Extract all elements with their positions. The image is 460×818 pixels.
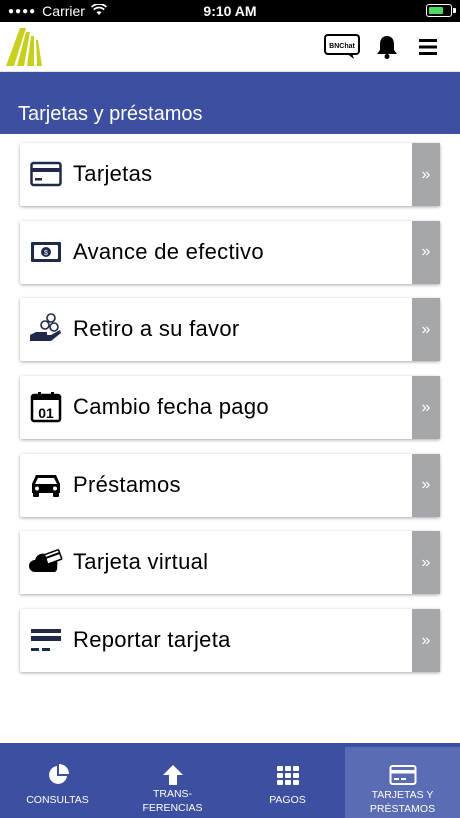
tab-consultas[interactable]: CONSULTAS	[0, 743, 115, 818]
chevron-right-icon: »	[412, 609, 440, 673]
cloud-card-icon	[29, 545, 63, 579]
calendar-icon: 01	[29, 390, 63, 424]
app-header: BNChat	[0, 22, 460, 72]
cash-icon: $	[29, 235, 63, 269]
menu-item-retiro-favor[interactable]: Retiro a su favor »	[20, 298, 440, 362]
notifications-button[interactable]	[375, 34, 399, 60]
menu-item-label: Reportar tarjeta	[73, 627, 231, 653]
tab-label: TARJETAS Y PRÉSTAMOS	[369, 789, 436, 815]
chevron-right-icon: »	[412, 143, 440, 206]
menu-item-avance-efectivo[interactable]: $ Avance de efectivo »	[20, 220, 440, 284]
bottom-nav: CONSULTAS TRANS- FERENCIAS PAGOS TARJETA…	[0, 743, 460, 818]
report-card-icon	[29, 623, 63, 657]
tab-tarjetas-prestamos[interactable]: TARJETAS Y PRÉSTAMOS	[345, 747, 460, 818]
grid-icon	[230, 763, 345, 787]
tab-label: CONSULTAS	[26, 794, 89, 806]
status-bar: ●●●● Carrier 9:10 AM	[0, 0, 460, 22]
chevron-right-icon: »	[412, 298, 440, 362]
bank-logo-icon[interactable]	[4, 26, 44, 68]
car-icon	[29, 468, 63, 502]
menu-item-cambio-fecha-pago[interactable]: 01 Cambio fecha pago »	[20, 376, 440, 440]
hand-coins-icon	[29, 312, 63, 346]
svg-text:$: $	[44, 250, 48, 257]
tab-label: PAGOS	[269, 794, 306, 806]
hamburger-menu-button[interactable]	[417, 37, 439, 57]
arrow-up-icon	[115, 763, 230, 787]
svg-text:01: 01	[38, 405, 54, 421]
chevron-right-icon: »	[412, 453, 440, 517]
menu-item-tarjetas[interactable]: Tarjetas »	[20, 143, 440, 206]
battery-icon	[426, 4, 456, 17]
hamburger-icon	[419, 39, 437, 55]
menu-item-label: Cambio fecha pago	[73, 394, 269, 420]
pie-chart-icon	[0, 763, 115, 787]
menu-list: Tarjetas » $ Avance de efectivo » Retiro…	[20, 143, 440, 687]
menu-item-reportar-tarjeta[interactable]: Reportar tarjeta »	[20, 609, 440, 673]
chevron-right-icon: »	[412, 376, 440, 440]
tab-pagos[interactable]: PAGOS	[230, 743, 345, 818]
menu-item-label: Avance de efectivo	[73, 238, 264, 264]
menu-item-prestamos[interactable]: Préstamos »	[20, 453, 440, 517]
bell-icon	[377, 36, 397, 59]
tab-transferencias[interactable]: TRANS- FERENCIAS	[115, 743, 230, 818]
menu-item-tarjeta-virtual[interactable]: Tarjeta virtual »	[20, 531, 440, 595]
chat-bubble-icon: BNChat	[324, 34, 360, 59]
card-icon	[345, 764, 460, 788]
chevron-right-icon: »	[412, 220, 440, 284]
chat-label: BNChat	[329, 43, 355, 50]
credit-card-icon	[29, 157, 63, 191]
menu-item-label: Préstamos	[73, 471, 181, 497]
section-header: Tarjetas y préstamos	[0, 72, 460, 134]
status-time: 9:10 AM	[203, 3, 257, 19]
tab-label: TRANS- FERENCIAS	[142, 788, 203, 814]
menu-item-label: Retiro a su favor	[73, 316, 240, 342]
menu-item-label: Tarjetas	[73, 161, 153, 186]
chat-button[interactable]: BNChat	[324, 34, 360, 60]
page-title: Tarjetas y préstamos	[18, 103, 203, 125]
menu-item-label: Tarjeta virtual	[73, 549, 209, 575]
chevron-right-icon: »	[412, 531, 440, 595]
